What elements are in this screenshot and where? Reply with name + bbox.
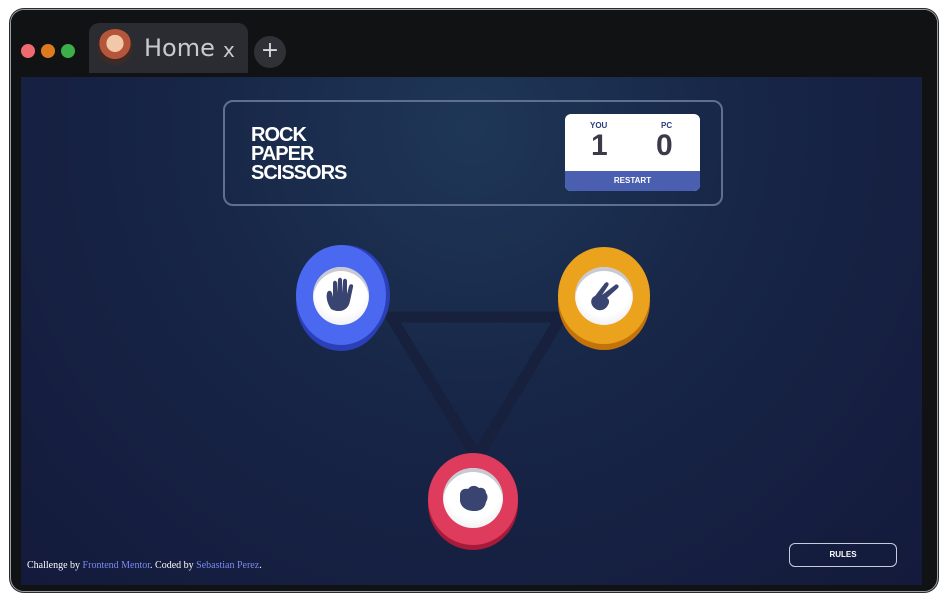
paper-choice[interactable] bbox=[296, 245, 386, 345]
tab-close-button[interactable]: x bbox=[223, 38, 235, 62]
browser-tab[interactable]: Home x bbox=[89, 23, 248, 73]
tab-title: Home bbox=[144, 34, 215, 62]
browser-titlebar: Home x + bbox=[11, 10, 937, 73]
new-tab-button[interactable]: + bbox=[254, 36, 286, 68]
page-viewport: ROCK PAPER SCISSORS YOU 1 PC 0 RESTART C… bbox=[21, 77, 922, 585]
minimize-window-button[interactable] bbox=[41, 44, 55, 58]
scissors-choice[interactable] bbox=[558, 247, 650, 344]
maximize-window-button[interactable] bbox=[61, 44, 75, 58]
rock-choice[interactable] bbox=[428, 453, 518, 545]
attribution-prefix: Challenge by bbox=[27, 560, 83, 571]
hand-paper-icon bbox=[326, 277, 354, 311]
attribution-suffix: . bbox=[259, 560, 262, 571]
attribution-coded-by: . Coded by bbox=[150, 560, 197, 571]
frontend-mentor-link[interactable]: Frontend Mentor bbox=[83, 560, 151, 571]
attribution: Challenge by Frontend Mentor. Coded by S… bbox=[27, 560, 262, 571]
rules-button[interactable]: RULES bbox=[789, 543, 897, 567]
avatar-icon bbox=[97, 29, 133, 65]
browser-window: Home x + ROCK PAPER SCISSORS YOU 1 PC 0 … bbox=[10, 9, 938, 592]
hand-rock-icon bbox=[460, 485, 488, 511]
hand-scissors-icon bbox=[591, 282, 619, 311]
close-window-button[interactable] bbox=[21, 44, 35, 58]
author-link[interactable]: Sebastian Perez bbox=[196, 560, 259, 571]
